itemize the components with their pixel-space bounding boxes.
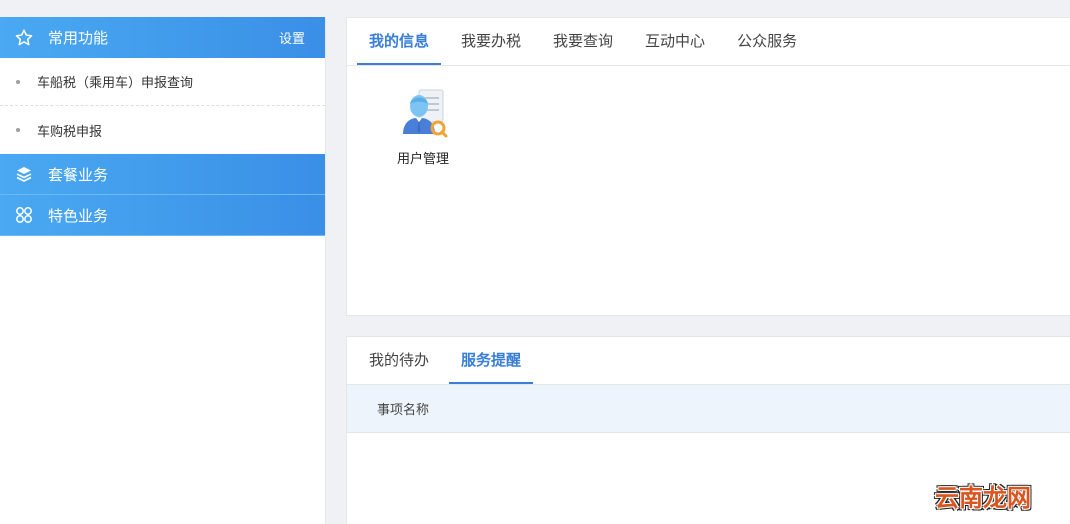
tab-query[interactable]: 我要查询 [541, 18, 625, 65]
tab-tax-handling[interactable]: 我要办税 [449, 18, 533, 65]
star-icon [14, 28, 34, 48]
app-label: 用户管理 [396, 152, 449, 167]
my-info-panel: 我的信息 我要办税 我要查询 互动中心 公众服务 用户管理 [346, 17, 1070, 316]
user-management-icon [395, 84, 451, 140]
sidebar-item-vehicle-vessel-tax[interactable]: 车船税（乘用车）申报查询 [0, 58, 325, 106]
sidebar-item-vehicle-purchase-tax[interactable]: 车购税申报 [0, 106, 325, 154]
grid-icon [14, 205, 34, 225]
tab-my-info[interactable]: 我的信息 [357, 18, 442, 65]
tab-interaction-center[interactable]: 互动中心 [633, 18, 717, 65]
sidebar-group-label: 特色业务 [48, 206, 109, 225]
bullet-icon [16, 79, 20, 84]
tab-public-service[interactable]: 公众服务 [725, 18, 809, 65]
sidebar-group-featured-business[interactable]: 特色业务 [0, 195, 325, 236]
top-tabs: 我的信息 我要办税 我要查询 互动中心 公众服务 [347, 18, 1070, 66]
sidebar-item-label: 车购税申报 [37, 124, 103, 140]
settings-link[interactable]: 设置 [279, 28, 305, 47]
sidebar-group-package-business[interactable]: 套餐业务 [0, 154, 325, 195]
app-user-management[interactable]: 用户管理 [391, 84, 455, 167]
bullet-icon [16, 128, 20, 132]
watermark-logo: 云南龙网 [935, 484, 1031, 512]
table-header: 事项名称 [347, 385, 1070, 433]
sidebar-group-label: 套餐业务 [48, 165, 109, 184]
sidebar-item-label: 车船税（乘用车）申报查询 [37, 76, 194, 91]
sidebar-header-title: 常用功能 [48, 29, 109, 47]
sidebar-header-common-functions[interactable]: 常用功能 设置 [0, 17, 325, 58]
tab-my-todo[interactable]: 我的待办 [357, 337, 441, 384]
column-header-item-name: 事项名称 [377, 403, 430, 418]
layers-icon [14, 164, 34, 184]
sidebar: 常用功能 设置 车船税（乘用车）申报查询 车购税申报 套餐业务 特色业务 [0, 17, 326, 524]
tab-service-reminder[interactable]: 服务提醒 [449, 337, 534, 384]
bottom-tabs: 我的待办 服务提醒 [347, 337, 1070, 385]
